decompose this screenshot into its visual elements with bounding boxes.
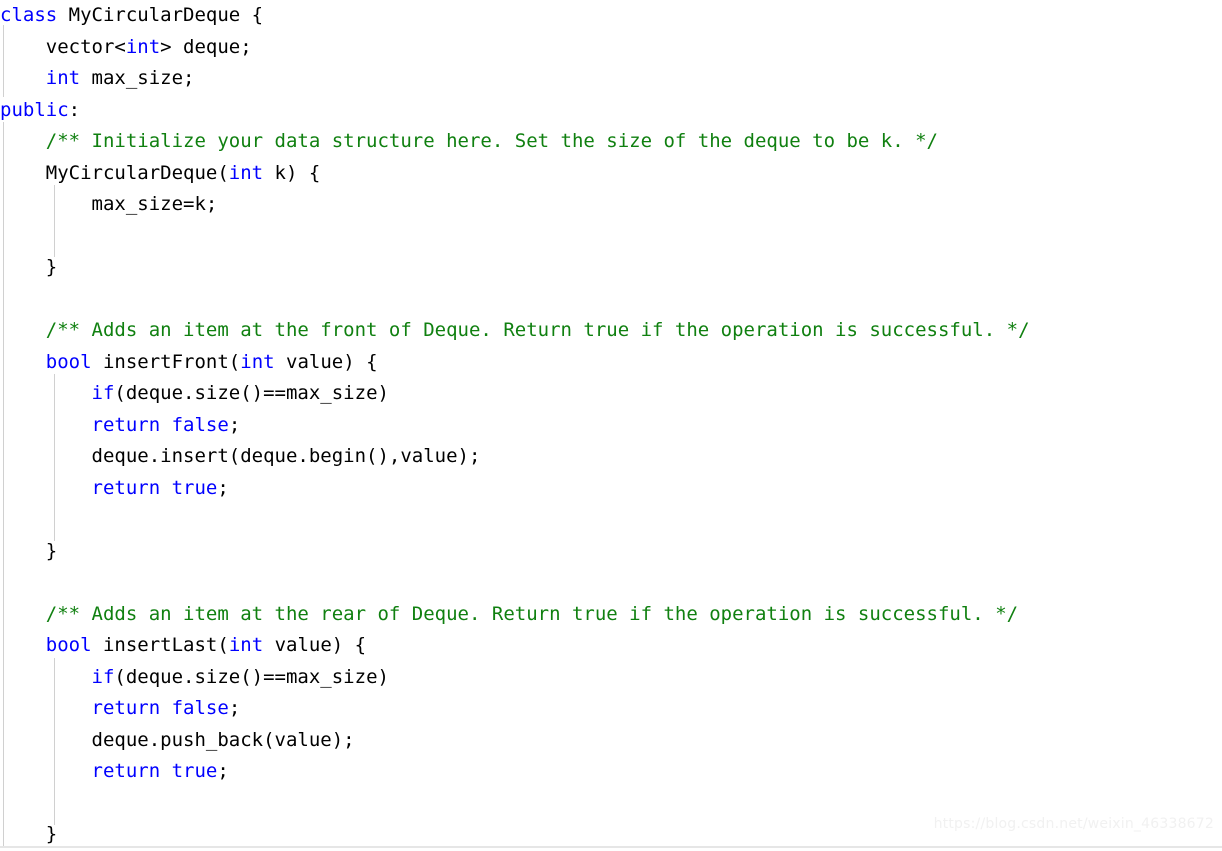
code-token: ; [217,760,229,782]
code-token: } [0,823,58,845]
code-line: vector<int> deque; [0,32,1030,64]
code-line: bool insertFront(int value) { [0,347,1030,379]
code-token: ; [228,697,241,719]
code-token: > deque; [160,35,252,58]
code-line: return true; [0,473,1030,505]
code-token: vector< [0,35,126,58]
code-token: value) { [263,634,367,656]
code-token: int [45,67,81,89]
code-line: deque.push_back(value); [0,725,1030,757]
code-token: MyCircularDeque { [57,4,264,26]
code-token: false [171,413,229,436]
code-line: if(deque.size()==max_size) [0,378,1030,410]
code-token: return [91,697,161,719]
code-token: value) { [274,350,378,373]
code-token: /** Initialize your data structure here.… [0,130,938,152]
code-token: max_size; [80,67,195,89]
code-token: } [0,539,58,562]
code-token: max_size=k; [0,193,218,215]
code-token: int [240,350,275,373]
code-editor-surface[interactable]: class MyCircularDeque { vector<int> dequ… [0,0,1222,848]
code-line: deque.insert(deque.begin(),value); [0,441,1030,473]
blog-watermark: https://blog.csdn.net/weixin_46338672 [933,816,1214,832]
code-token: return [91,413,161,436]
code-line: if(deque.size()==max_size) [0,662,1030,694]
code-line: } [0,536,1030,568]
code-line: } [0,252,1030,284]
code-token: public [0,98,69,121]
code-token: (deque.size()==max_size) [114,382,389,404]
code-token: int [228,634,264,656]
code-line: /** Initialize your data structure here.… [0,126,1030,158]
code-line: public: [0,95,1030,127]
code-token: insertLast( [91,634,229,656]
code-token: insertFront( [91,350,241,373]
code-line: MyCircularDeque(int k) { [0,158,1030,190]
code-line: } [0,819,1030,851]
code-token: MyCircularDeque( [0,161,229,184]
code-token: true [171,760,218,782]
code-token: deque.insert(deque.begin(),value); [0,445,481,467]
code-token: int [125,35,161,58]
code-token: class [0,4,58,26]
source-code-block[interactable]: class MyCircularDeque { vector<int> dequ… [0,0,1030,851]
code-line: return false; [0,693,1030,725]
code-token: false [171,697,229,719]
code-token: return [91,476,161,499]
code-token: ; [228,413,241,436]
code-token: int [228,161,264,184]
code-token: /** Adds an item at the rear of Deque. R… [0,602,1019,625]
code-line: return false; [0,410,1030,442]
code-token: bool [45,634,92,656]
code-line: max_size=k; [0,189,1030,221]
code-line: /** Adds an item at the rear of Deque. R… [0,599,1030,631]
code-line: int max_size; [0,63,1030,95]
code-token: bool [45,350,92,373]
code-line: /** Adds an item at the front of Deque. … [0,315,1030,347]
code-token: ; [217,476,229,499]
code-token: if [91,382,115,404]
code-token: k) { [263,161,321,184]
code-line: return true; [0,756,1030,788]
code-token: if [91,665,115,688]
code-line: class MyCircularDeque { [0,0,1030,32]
code-line: bool insertLast(int value) { [0,630,1030,662]
code-token: true [171,476,218,499]
code-token: deque.push_back(value); [0,728,355,751]
code-token: /** Adds an item at the front of Deque. … [0,319,1030,341]
code-token: (deque.size()==max_size) [114,665,389,688]
code-token: : [68,98,81,121]
code-token: } [0,256,58,278]
code-token: return [91,760,161,782]
